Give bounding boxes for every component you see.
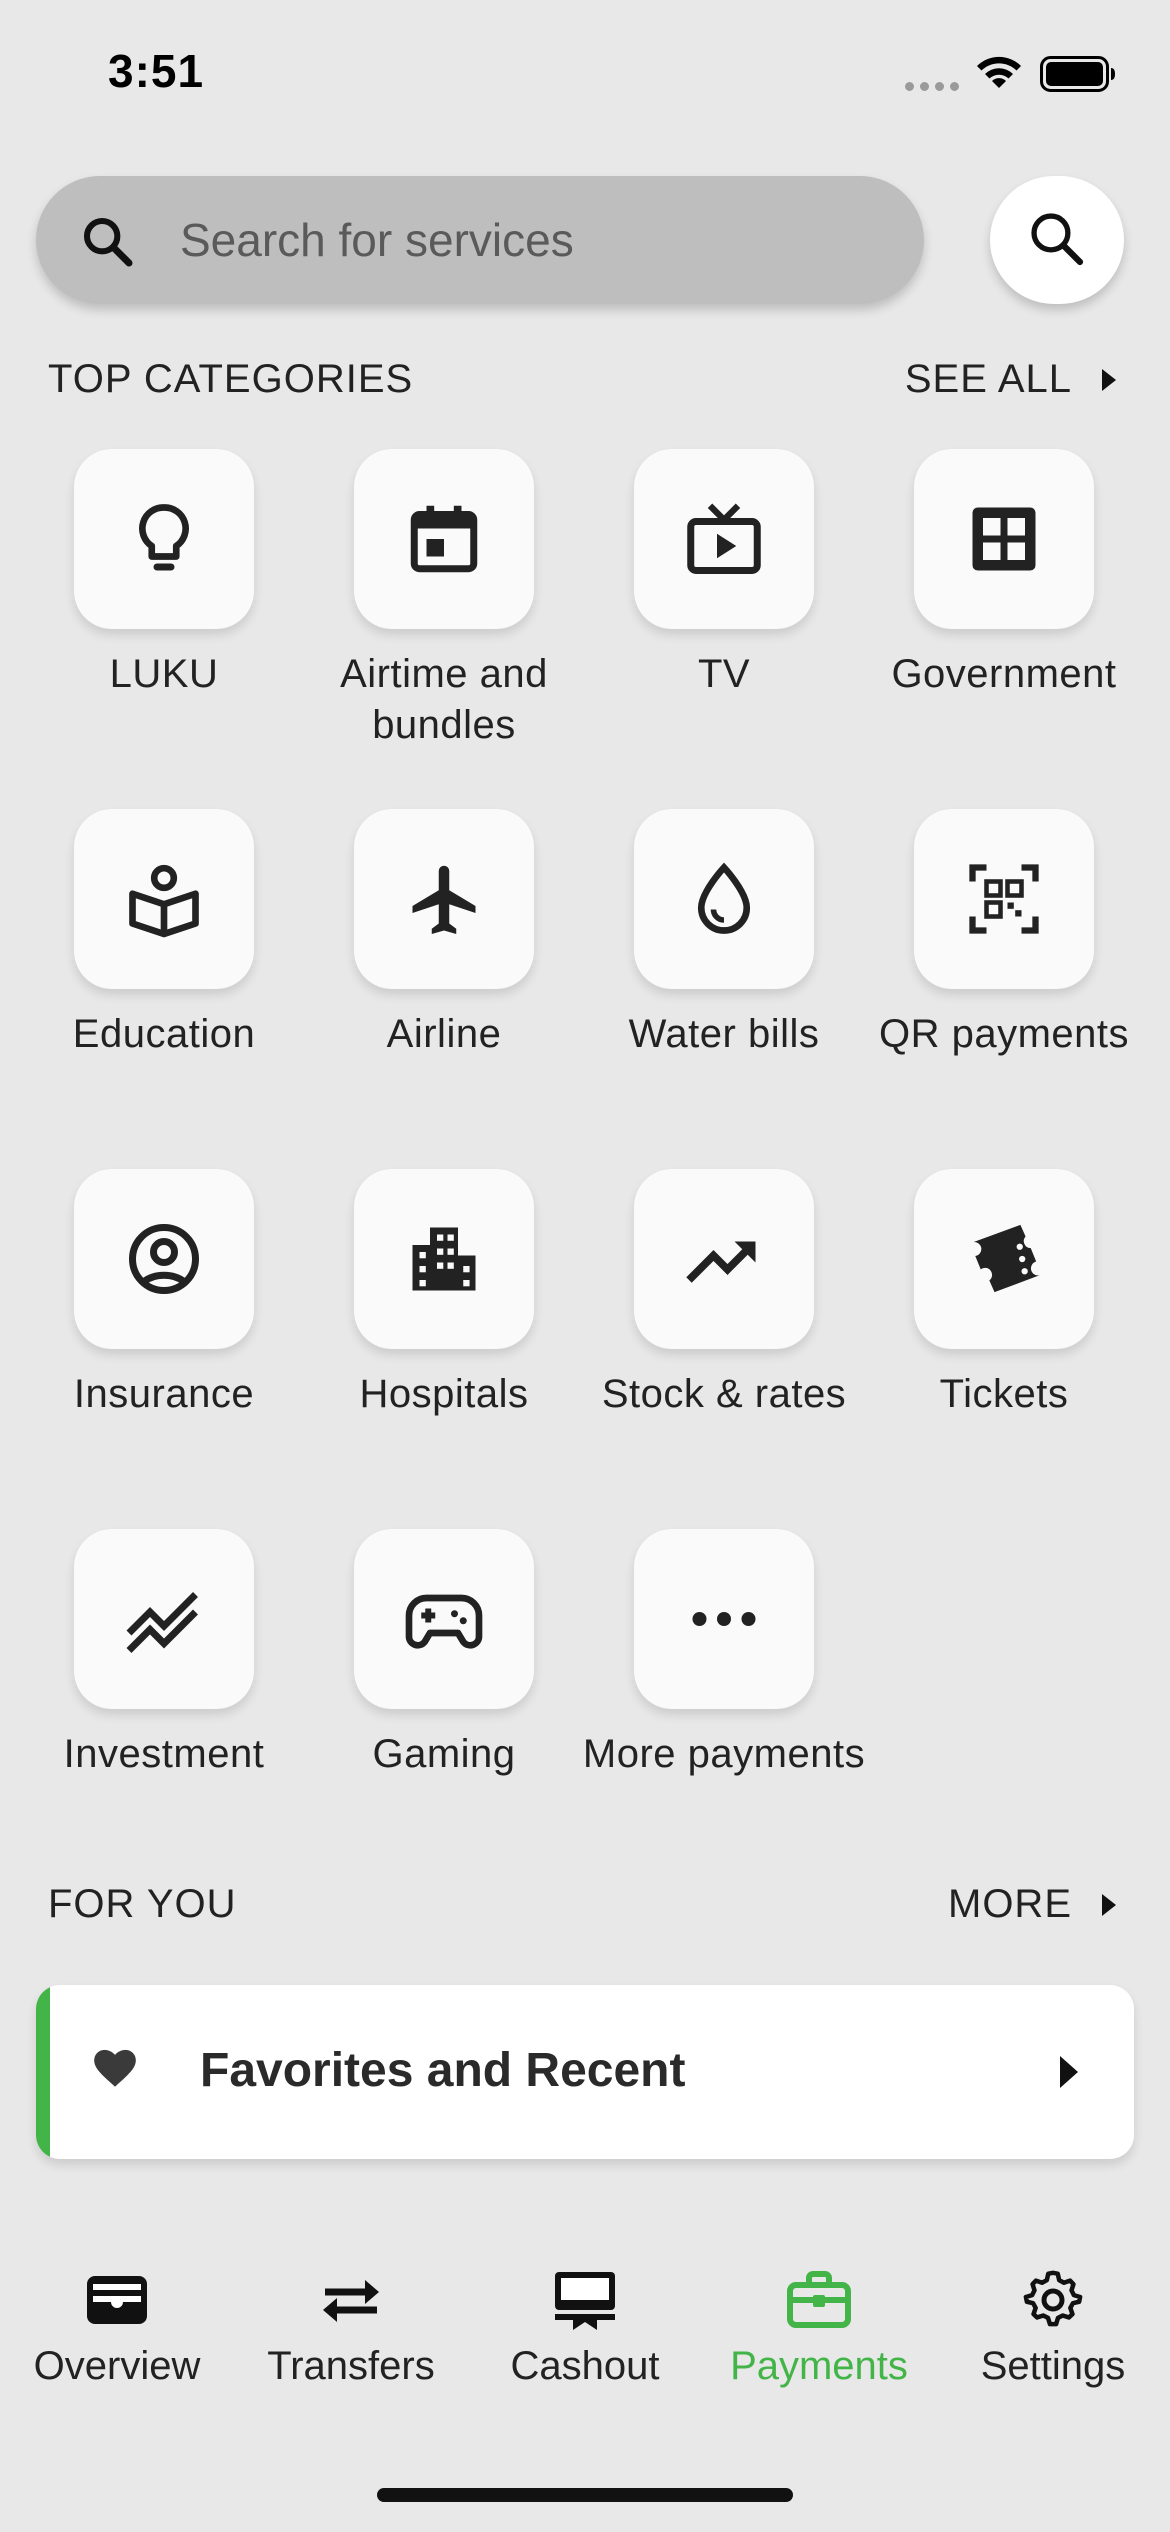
stacked-line-icon (126, 1592, 198, 1653)
more-dots-icon (692, 1612, 756, 1626)
category-tile[interactable] (634, 1169, 814, 1349)
category-tile[interactable] (354, 1529, 534, 1709)
category-label: QR payments (878, 1012, 1130, 1056)
category-label: Insurance (73, 1372, 255, 1416)
nav-cashout[interactable]: Cashout (468, 2270, 702, 2389)
category-label: More payments (582, 1732, 866, 1776)
book-reader-icon (129, 864, 199, 938)
category-tile[interactable] (634, 1529, 814, 1709)
more-label: MORE (948, 1882, 1072, 1926)
category-label: TV (697, 652, 751, 696)
nav-label: Payments (730, 2344, 908, 2388)
for-you-title: FOR YOU (48, 1882, 237, 1926)
nav-label: Transfers (267, 2344, 435, 2388)
lightbulb-icon (139, 504, 189, 571)
gamepad-icon (405, 1594, 483, 1649)
caret-right-icon (1102, 1893, 1116, 1916)
status-bar: 3:51 (0, 0, 1170, 150)
category-label: Tickets (939, 1372, 1069, 1416)
top-categories-header: TOP CATEGORIES SEE ALL (48, 357, 1122, 407)
category-tile[interactable] (74, 1529, 254, 1709)
nav-settings[interactable]: Settings (936, 2270, 1170, 2389)
search-icon (1031, 213, 1084, 266)
for-you-header: FOR YOU MORE (48, 1882, 1122, 1932)
category-label: Education (72, 1012, 256, 1056)
see-all-link[interactable]: SEE ALL (905, 357, 1122, 402)
nav-label: Settings (980, 2344, 1126, 2388)
category-tile[interactable] (634, 809, 814, 989)
grid-icon (972, 507, 1036, 571)
favorites-label: Favorites and Recent (200, 2044, 686, 2097)
status-time: 3:51 (108, 45, 205, 97)
category-label: LUKU (109, 652, 219, 696)
category-tile[interactable] (354, 809, 534, 989)
swap-arrows-icon (323, 2280, 379, 2322)
see-all-label: SEE ALL (904, 357, 1072, 401)
top-categories-title: TOP CATEGORIES (48, 357, 414, 401)
home-indicator (377, 2488, 793, 2502)
search-icon (83, 217, 133, 267)
battery-icon (1040, 56, 1115, 92)
airplane-icon (412, 865, 476, 934)
category-tile[interactable] (74, 1169, 254, 1349)
category-label: Stock & rates (601, 1372, 847, 1416)
heart-icon (94, 2049, 136, 2087)
trending-up-icon (686, 1241, 756, 1283)
nav-label: Cashout (510, 2344, 660, 2388)
atm-icon (555, 2272, 615, 2330)
category-tile[interactable] (74, 449, 254, 629)
category-tile[interactable] (914, 449, 1094, 629)
ticket-icon (973, 1224, 1040, 1293)
card-accent-bar (36, 1985, 50, 2159)
search-button[interactable] (990, 176, 1124, 304)
category-tile[interactable] (634, 449, 814, 629)
tv-icon (687, 503, 761, 574)
building-icon (412, 1227, 476, 1291)
more-link[interactable]: MORE (948, 1882, 1122, 1927)
category-tile[interactable] (354, 1169, 534, 1349)
qr-code-icon (969, 864, 1039, 934)
category-label: Gaming (372, 1732, 516, 1776)
category-tile[interactable] (914, 809, 1094, 989)
wifi-icon (977, 56, 1021, 88)
favorites-and-recent-card[interactable]: Favorites and Recent (36, 1985, 1134, 2159)
category-label: Government (891, 652, 1117, 696)
category-label: Airline (386, 1012, 502, 1056)
category-label: Water bills (628, 1012, 820, 1056)
category-label: Airtime and bundles (340, 652, 548, 747)
nav-label: Overview (33, 2344, 201, 2388)
category-tile[interactable] (74, 809, 254, 989)
search-bar[interactable] (36, 176, 924, 304)
wallet-icon (87, 2276, 147, 2324)
nav-transfers[interactable]: Transfers (234, 2270, 468, 2389)
caret-right-icon (1060, 2056, 1078, 2088)
category-label: Hospitals (359, 1372, 529, 1416)
cellular-signal-icon (905, 82, 961, 92)
calendar-icon (410, 505, 478, 573)
water-drop-icon (697, 862, 751, 934)
search-input[interactable] (180, 206, 880, 274)
gear-icon (1023, 2270, 1083, 2327)
category-tile[interactable] (914, 1169, 1094, 1349)
category-tile[interactable] (354, 449, 534, 629)
caret-right-icon (1102, 368, 1116, 391)
account-circle-icon (129, 1224, 199, 1294)
bottom-nav: Overview Transfers Cashout Payments Sett… (0, 2270, 1170, 2420)
category-label: Investment (63, 1732, 265, 1776)
briefcase-icon (787, 2271, 851, 2328)
nav-payments[interactable]: Payments (702, 2270, 936, 2389)
nav-overview[interactable]: Overview (0, 2270, 234, 2389)
